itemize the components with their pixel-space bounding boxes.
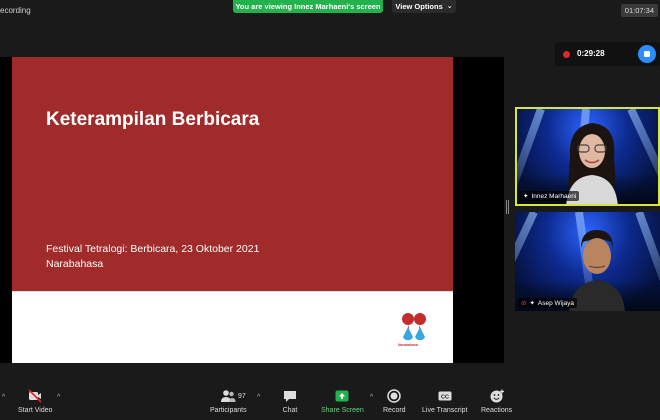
recording-dot-icon bbox=[563, 51, 570, 58]
slide-divider bbox=[12, 291, 453, 292]
stop-icon bbox=[644, 51, 650, 57]
stop-recording-button[interactable] bbox=[638, 45, 656, 63]
slide-title: Keterampilan Berbicara bbox=[46, 109, 260, 130]
svg-text:CC: CC bbox=[441, 395, 449, 401]
audio-options-caret[interactable]: ^ bbox=[2, 394, 5, 401]
video-options-caret[interactable]: ^ bbox=[57, 394, 60, 401]
start-video-label: Start Video bbox=[18, 407, 53, 414]
participants-count: 97 bbox=[238, 393, 246, 400]
resize-handle[interactable] bbox=[506, 200, 509, 214]
meeting-toolbar: ^ Start Video ^ Participants 97 ^ Chat S… bbox=[0, 384, 660, 420]
reactions-icon bbox=[490, 389, 504, 403]
live-transcript-button[interactable]: CC Live Transcript bbox=[422, 388, 468, 414]
view-options-button[interactable]: View Options ⌄ bbox=[392, 0, 456, 13]
participants-label: Participants bbox=[210, 407, 247, 414]
chevron-down-icon: ⌄ bbox=[446, 2, 453, 10]
reactions-button[interactable]: Reactions bbox=[481, 388, 512, 414]
participant-video-tile[interactable]: ⊘ ✦ Asep Wijaya bbox=[515, 212, 660, 311]
participant-video-tile[interactable]: ✦ Innez Marhaeni bbox=[515, 107, 660, 206]
narabahasa-logo-icon bbox=[402, 313, 426, 341]
slide-subtitle-line2: Narabahasa bbox=[46, 258, 104, 270]
share-screen-button[interactable]: Share Screen bbox=[321, 388, 364, 414]
zoom-meeting-window: ecording You are viewing Innez Marhaeni'… bbox=[0, 0, 660, 420]
participants-button[interactable]: Participants bbox=[210, 388, 247, 414]
logo-text: Narabahasa bbox=[398, 343, 418, 347]
record-button[interactable]: Record bbox=[383, 388, 406, 414]
chat-label: Chat bbox=[282, 407, 298, 414]
presentation-slide: Keterampilan Berbicara Festival Tetralog… bbox=[12, 57, 453, 363]
video-off-icon bbox=[28, 389, 42, 403]
viewing-screen-banner: You are viewing Innez Marhaeni's screen bbox=[233, 0, 383, 13]
view-options-label: View Options bbox=[395, 2, 443, 11]
share-screen-icon bbox=[335, 390, 349, 402]
meeting-clock: 01:07:34 bbox=[620, 4, 658, 17]
participant-name-tag: ✦ Innez Marhaeni bbox=[520, 191, 580, 201]
record-icon bbox=[387, 389, 402, 403]
participant-name: Innez Marhaeni bbox=[531, 192, 577, 200]
participant-name: Asep Wijaya bbox=[537, 299, 575, 307]
recording-panel: 0:29:28 bbox=[555, 42, 660, 66]
shared-screen: Keterampilan Berbicara Festival Tetralog… bbox=[0, 57, 504, 363]
chat-icon bbox=[284, 391, 296, 402]
share-options-caret[interactable]: ^ bbox=[370, 394, 373, 401]
recording-label: ecording bbox=[0, 6, 31, 15]
share-screen-label: Share Screen bbox=[321, 407, 364, 414]
pin-icon: ✦ bbox=[523, 193, 529, 200]
slide-subtitle: Festival Tetralogi: Berbicara, 23 Oktobe… bbox=[46, 242, 259, 272]
slide-subtitle-line1: Festival Tetralogi: Berbicara, 23 Oktobe… bbox=[46, 243, 260, 255]
chat-button[interactable]: Chat bbox=[282, 388, 298, 414]
recording-elapsed-time: 0:29:28 bbox=[577, 49, 605, 58]
live-transcript-label: Live Transcript bbox=[422, 407, 468, 414]
closed-caption-icon: CC bbox=[438, 391, 452, 401]
slide-red-panel: Keterampilan Berbicara Festival Tetralog… bbox=[12, 57, 453, 291]
start-video-button[interactable]: Start Video bbox=[18, 388, 53, 414]
record-label: Record bbox=[383, 407, 406, 414]
pin-icon: ✦ bbox=[529, 300, 535, 307]
reactions-label: Reactions bbox=[481, 407, 513, 414]
participants-icon bbox=[221, 390, 236, 402]
participants-options-caret[interactable]: ^ bbox=[257, 394, 260, 401]
muted-mic-icon: ⊘ bbox=[521, 300, 527, 307]
participant-name-tag: ⊘ ✦ Asep Wijaya bbox=[518, 298, 578, 308]
